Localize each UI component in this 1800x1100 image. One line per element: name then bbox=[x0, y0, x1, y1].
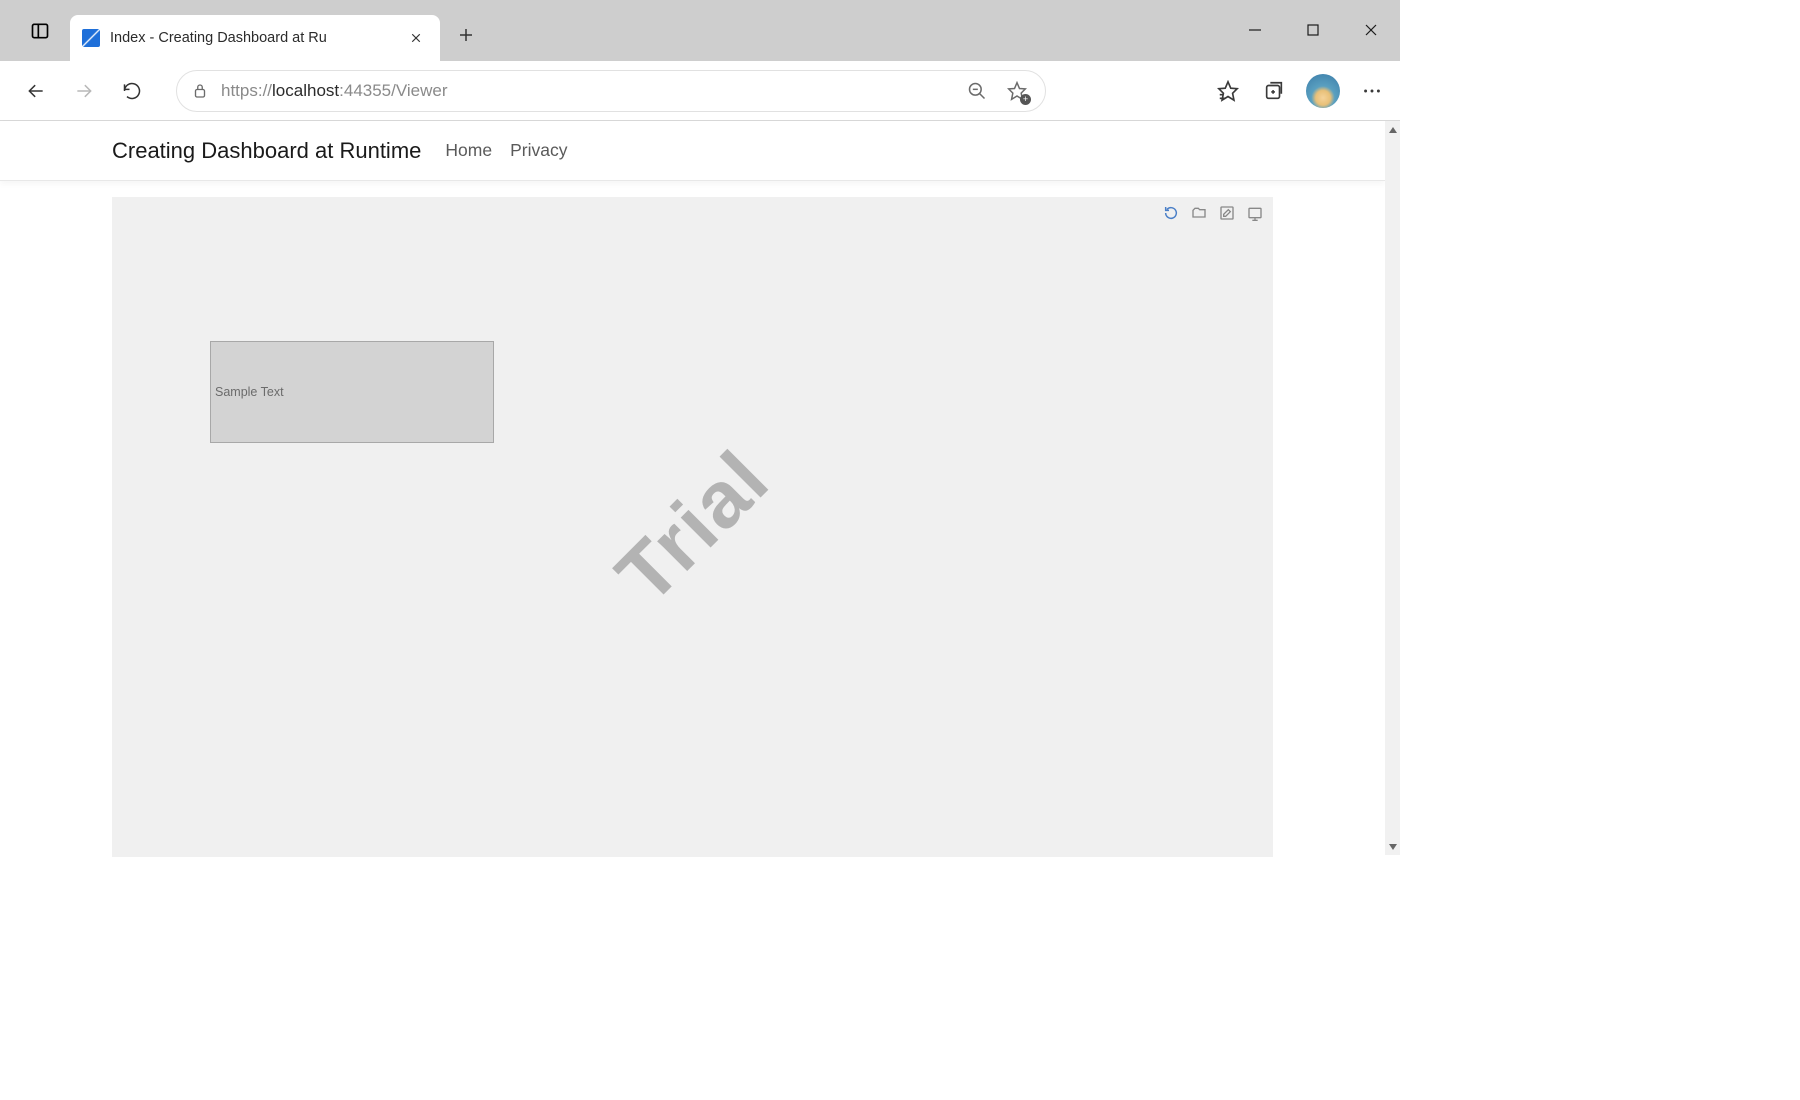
nav-refresh-button[interactable] bbox=[110, 69, 154, 113]
trial-watermark: Trial bbox=[598, 433, 786, 621]
browser-tab-active[interactable]: Index - Creating Dashboard at Ru bbox=[70, 15, 440, 61]
page-nav: Home Privacy bbox=[445, 140, 567, 161]
page-header: Creating Dashboard at Runtime Home Priva… bbox=[0, 121, 1385, 181]
nav-link-home[interactable]: Home bbox=[445, 140, 492, 161]
widget-text: Sample Text bbox=[215, 385, 284, 399]
nav-forward-button[interactable] bbox=[62, 69, 106, 113]
dashboard-edit-icon[interactable] bbox=[1217, 203, 1237, 223]
vertical-scrollbar[interactable] bbox=[1385, 121, 1400, 855]
dashboard-fullscreen-icon[interactable] bbox=[1245, 203, 1265, 223]
dashboard-viewer: Sample Text Trial bbox=[112, 197, 1273, 857]
scroll-down-icon[interactable] bbox=[1385, 838, 1400, 855]
plus-badge-icon: + bbox=[1020, 94, 1031, 105]
tab-close-button[interactable] bbox=[404, 26, 428, 50]
browser-toolbar: https://localhost:44355/Viewer + bbox=[0, 61, 1400, 121]
dashboard-toolbar bbox=[1161, 203, 1265, 223]
url-host: localhost bbox=[272, 81, 339, 100]
zoom-out-icon[interactable] bbox=[963, 77, 991, 105]
favicon-icon bbox=[82, 29, 100, 47]
favorites-icon[interactable] bbox=[1214, 77, 1242, 105]
window-minimize-button[interactable] bbox=[1226, 7, 1284, 53]
dashboard-open-icon[interactable] bbox=[1189, 203, 1209, 223]
nav-back-button[interactable] bbox=[14, 69, 58, 113]
page-title: Creating Dashboard at Runtime bbox=[112, 138, 421, 164]
browser-titlebar: Index - Creating Dashboard at Ru bbox=[0, 0, 1400, 61]
page-content: Creating Dashboard at Runtime Home Priva… bbox=[0, 121, 1385, 855]
window-maximize-button[interactable] bbox=[1284, 7, 1342, 53]
tab-title: Index - Creating Dashboard at Ru bbox=[110, 30, 394, 46]
collections-icon[interactable] bbox=[1260, 77, 1288, 105]
add-favorite-icon[interactable]: + bbox=[1003, 77, 1031, 105]
site-info-icon[interactable] bbox=[191, 82, 209, 100]
nav-link-privacy[interactable]: Privacy bbox=[510, 140, 567, 161]
tab-actions-icon[interactable] bbox=[18, 9, 62, 53]
dashboard-text-widget[interactable]: Sample Text bbox=[210, 341, 494, 443]
toolbar-right bbox=[1214, 74, 1386, 108]
url-scheme: https:// bbox=[221, 81, 272, 100]
scroll-up-icon[interactable] bbox=[1385, 121, 1400, 138]
settings-more-icon[interactable] bbox=[1358, 77, 1386, 105]
address-bar[interactable]: https://localhost:44355/Viewer + bbox=[176, 70, 1046, 112]
window-controls bbox=[1226, 7, 1400, 53]
new-tab-button[interactable] bbox=[446, 15, 486, 55]
url-path: :44355/Viewer bbox=[339, 81, 447, 100]
profile-avatar[interactable] bbox=[1306, 74, 1340, 108]
window-close-button[interactable] bbox=[1342, 7, 1400, 53]
url-text: https://localhost:44355/Viewer bbox=[221, 81, 951, 101]
dashboard-refresh-icon[interactable] bbox=[1161, 203, 1181, 223]
